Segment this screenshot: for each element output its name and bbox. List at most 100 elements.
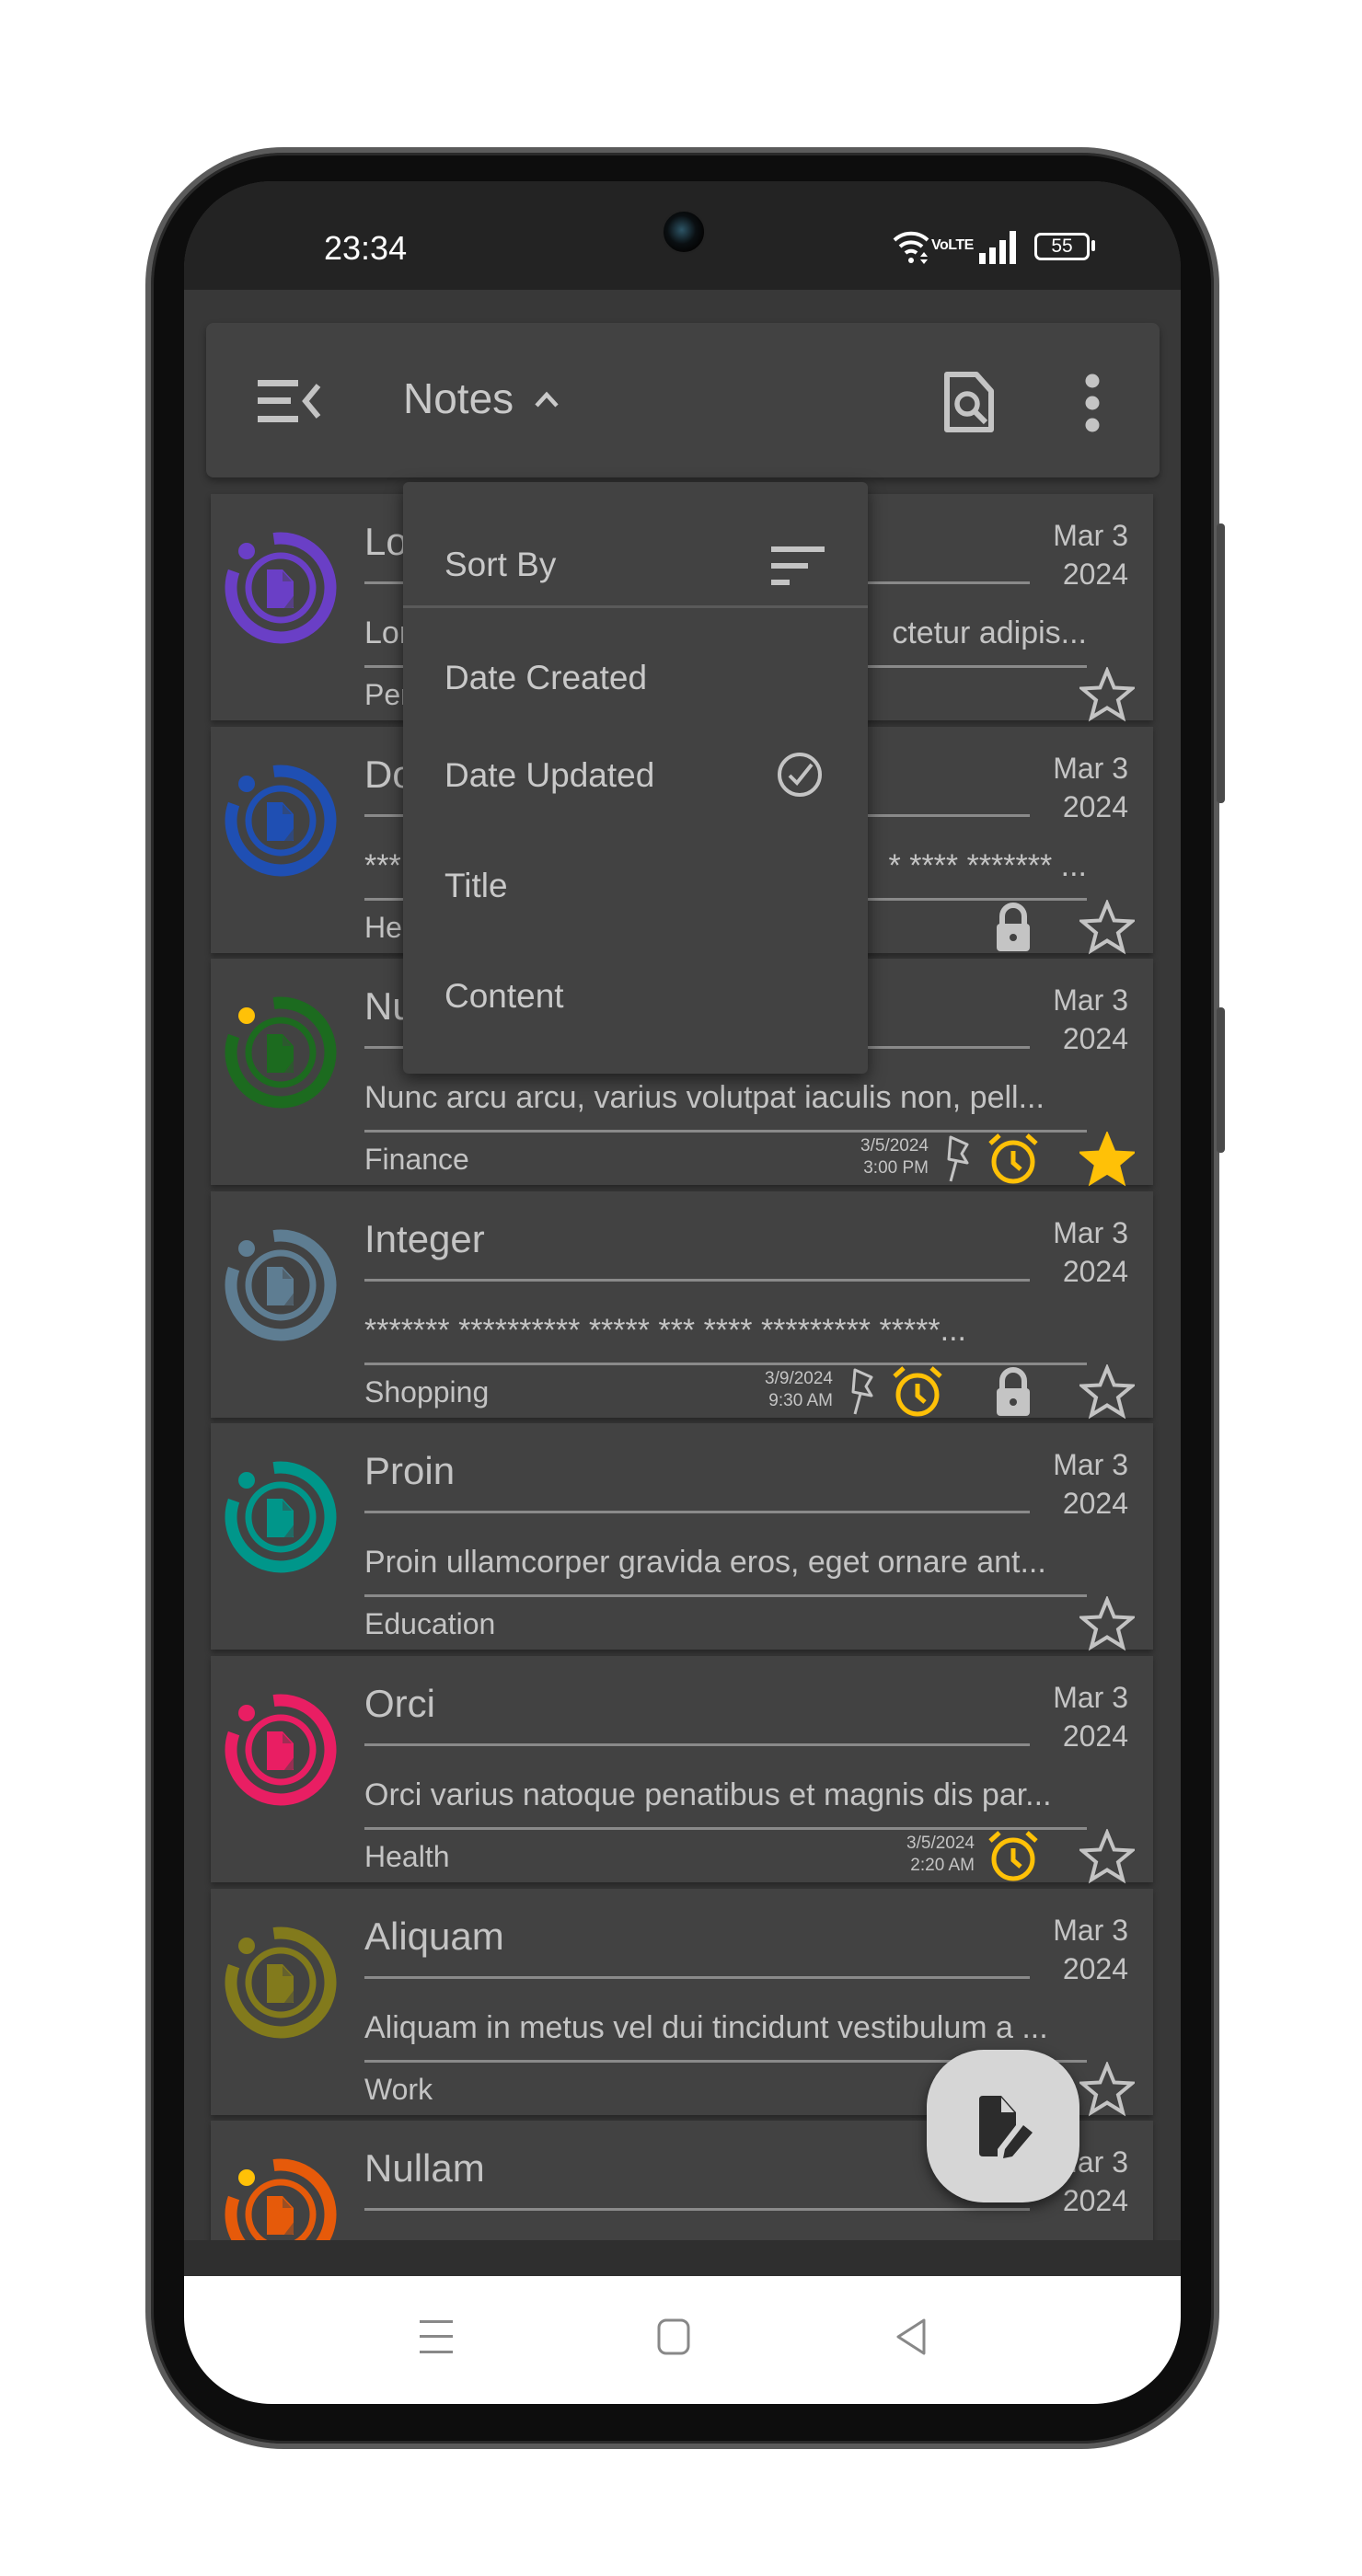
note-date-day: Mar 3 xyxy=(1053,519,1128,552)
reminder-datetime: 3/9/2024 9:30 AM xyxy=(765,1368,833,1412)
recents-icon[interactable] xyxy=(420,2318,453,2355)
volte-icon: VoLTE xyxy=(931,237,974,253)
star-outline-icon[interactable] xyxy=(1077,2060,1137,2117)
screen: 23:34 VoLTE 55 Notes Lo Mar 3 2024 Lor c… xyxy=(184,181,1181,2404)
sort-option-content[interactable]: Content xyxy=(403,948,868,1045)
sort-option-label: Content xyxy=(444,977,564,1015)
star-outline-icon[interactable] xyxy=(1077,665,1137,722)
system-nav-bar xyxy=(184,2276,1181,2404)
note-date-day: Mar 3 xyxy=(1053,1681,1128,1714)
note-content: Aliquam in metus vel dui tincidunt vesti… xyxy=(364,2009,1048,2045)
new-note-icon xyxy=(979,2096,1033,2158)
star-filled-icon[interactable] xyxy=(1077,1130,1137,1187)
reminder-time: 3:00 PM xyxy=(863,1158,929,1179)
note-title: Nullam xyxy=(364,2146,485,2191)
note-title: Proin xyxy=(364,1449,456,1493)
note-date-day: Mar 3 xyxy=(1053,751,1128,785)
note-icon xyxy=(216,2150,345,2240)
signal-icon xyxy=(979,231,1016,264)
sort-option-date-updated[interactable]: Date Updated xyxy=(403,727,868,824)
menu-collapse-icon[interactable] xyxy=(258,380,324,422)
title-divider xyxy=(364,1511,1030,1514)
note-content: ******* ********** ***** *** **** ******… xyxy=(364,1312,966,1348)
note-content-visible-end: * **** ******* ... xyxy=(888,847,1087,883)
sort-option-label: Date Created xyxy=(444,659,648,696)
note-icon xyxy=(216,1918,345,2047)
note-date-year: 2024 xyxy=(1062,2184,1128,2218)
note-date: Mar 3 2024 xyxy=(1053,1678,1128,1755)
note-icon xyxy=(216,1685,345,1814)
battery-tip xyxy=(1091,240,1095,251)
sort-icon xyxy=(771,546,825,585)
note-content: Orci varius natoque penatibus et magnis … xyxy=(364,1777,1052,1812)
note-card[interactable]: Proin Mar 3 2024 Proin ullamcorper gravida… xyxy=(211,1423,1153,1651)
reminder-date: 3/5/2024 xyxy=(906,1834,975,1853)
reminder-date: 3/9/2024 xyxy=(765,1368,833,1388)
content-divider xyxy=(364,1130,1087,1133)
home-icon[interactable] xyxy=(657,2318,690,2355)
note-date-year: 2024 xyxy=(1062,789,1128,823)
reminder-time: 2:20 AM xyxy=(910,1856,975,1875)
battery-icon: 55 xyxy=(1034,233,1090,260)
star-outline-icon[interactable] xyxy=(1077,1827,1137,1884)
alarm-icon xyxy=(890,1364,945,1420)
lock-icon xyxy=(986,900,1041,955)
power-button xyxy=(1217,1007,1225,1153)
front-camera xyxy=(662,210,706,254)
document-search-icon[interactable] xyxy=(943,371,995,433)
sort-menu-header: Sort By xyxy=(444,546,557,583)
note-date-year: 2024 xyxy=(1062,1951,1128,1985)
note-date-year: 2024 xyxy=(1062,1022,1128,1056)
note-icon xyxy=(216,523,345,652)
reminder-datetime: 3/5/2024 2:20 AM xyxy=(906,1833,975,1877)
note-date-day: Mar 3 xyxy=(1053,1913,1128,1947)
note-date: Mar 3 2024 xyxy=(1053,1911,1128,1988)
note-date: Mar 3 2024 xyxy=(1053,516,1128,593)
content-divider xyxy=(364,1827,1087,1830)
note-title: Integer xyxy=(364,1216,485,1260)
page-title: Notes xyxy=(403,374,514,422)
note-card[interactable]: Orci Mar 3 2024 Orci varius natoque penati… xyxy=(211,1656,1153,1884)
alarm-icon xyxy=(986,1132,1041,1187)
note-date: Mar 3 2024 xyxy=(1053,1213,1128,1291)
wifi-icon xyxy=(893,231,929,264)
title-divider xyxy=(364,1278,1030,1282)
status-bar: 23:34 VoLTE 55 xyxy=(184,181,1181,290)
volume-button xyxy=(1217,523,1225,803)
alarm-icon xyxy=(986,1829,1041,1884)
back-icon[interactable] xyxy=(895,2318,928,2355)
sort-option-label: Date Updated xyxy=(444,756,655,794)
star-outline-icon[interactable] xyxy=(1077,1595,1137,1651)
sort-option-date-created[interactable]: Date Created xyxy=(403,629,868,727)
note-title: Aliquam xyxy=(364,1914,504,1958)
note-date: Mar 3 2024 xyxy=(1053,749,1128,826)
pin-icon xyxy=(844,1364,881,1420)
note-date-year: 2024 xyxy=(1062,1719,1128,1753)
sort-option-label: Title xyxy=(444,867,508,904)
more-vertical-icon[interactable] xyxy=(1080,373,1104,433)
sort-option-title[interactable]: Title xyxy=(403,837,868,935)
note-date: Mar 3 2024 xyxy=(1053,1445,1128,1523)
note-card[interactable]: Integer Mar 3 2024 ******* ********** ****… xyxy=(211,1190,1153,1420)
note-date-year: 2024 xyxy=(1062,1487,1128,1521)
title-divider xyxy=(364,1743,1030,1746)
title-divider xyxy=(364,2208,1030,2212)
note-icon xyxy=(216,756,345,885)
note-content-visible-end: ctetur adipis... xyxy=(892,615,1087,650)
star-outline-icon[interactable] xyxy=(1077,898,1137,955)
lock-icon xyxy=(986,1364,1041,1420)
note-date-day: Mar 3 xyxy=(1053,983,1128,1018)
note-category: Education xyxy=(364,1607,496,1641)
notes-title-dropdown[interactable]: Notes xyxy=(403,374,560,423)
star-outline-icon[interactable] xyxy=(1077,1363,1137,1420)
check-circle-icon xyxy=(778,753,822,797)
pin-icon xyxy=(940,1132,976,1187)
status-time: 23:34 xyxy=(324,229,408,267)
note-date-day: Mar 3 xyxy=(1053,1448,1128,1482)
note-date-day: Mar 3 xyxy=(1053,1215,1128,1249)
note-icon xyxy=(216,1221,345,1350)
title-divider xyxy=(364,1975,1030,1979)
note-title: Orci xyxy=(364,1682,435,1725)
new-note-button[interactable] xyxy=(927,2050,1079,2202)
note-date-year: 2024 xyxy=(1062,558,1128,591)
